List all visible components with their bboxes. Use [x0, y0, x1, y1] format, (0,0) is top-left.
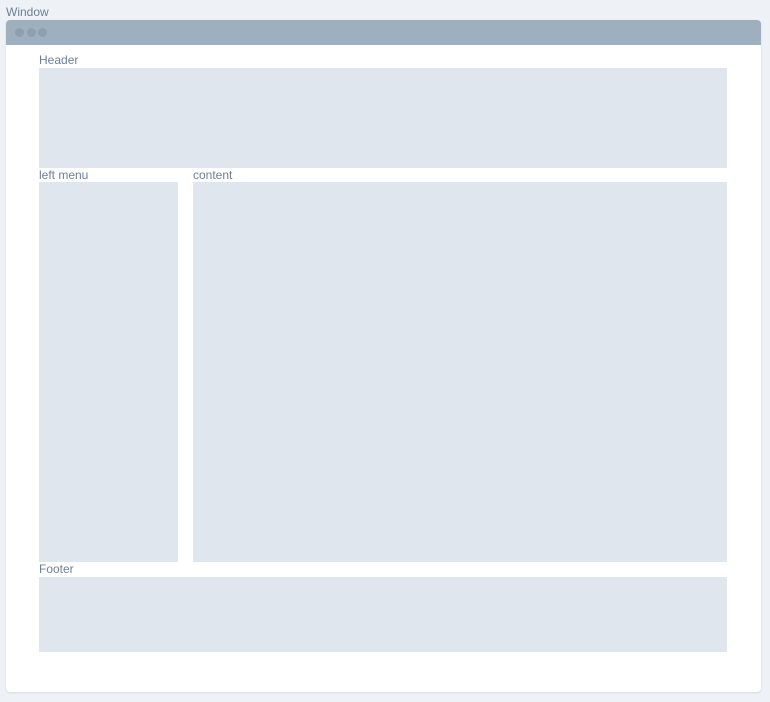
- wireframe-diagram: Window Header left menu content Footer: [0, 0, 770, 702]
- content-label: content: [193, 168, 233, 182]
- header-region: [39, 68, 727, 168]
- window-control-dot-icon: [15, 28, 24, 37]
- window-titlebar: [6, 20, 761, 45]
- header-label: Header: [39, 53, 79, 67]
- footer-label: Footer: [39, 562, 74, 576]
- left-menu-label: left menu: [39, 168, 89, 182]
- left-menu-region: [39, 182, 178, 562]
- window-label: Window: [6, 5, 49, 19]
- content-region: [193, 182, 727, 562]
- window-control-dot-icon: [27, 28, 36, 37]
- browser-window: Header left menu content Footer: [6, 20, 761, 692]
- footer-region: [39, 577, 727, 652]
- window-control-dot-icon: [38, 28, 47, 37]
